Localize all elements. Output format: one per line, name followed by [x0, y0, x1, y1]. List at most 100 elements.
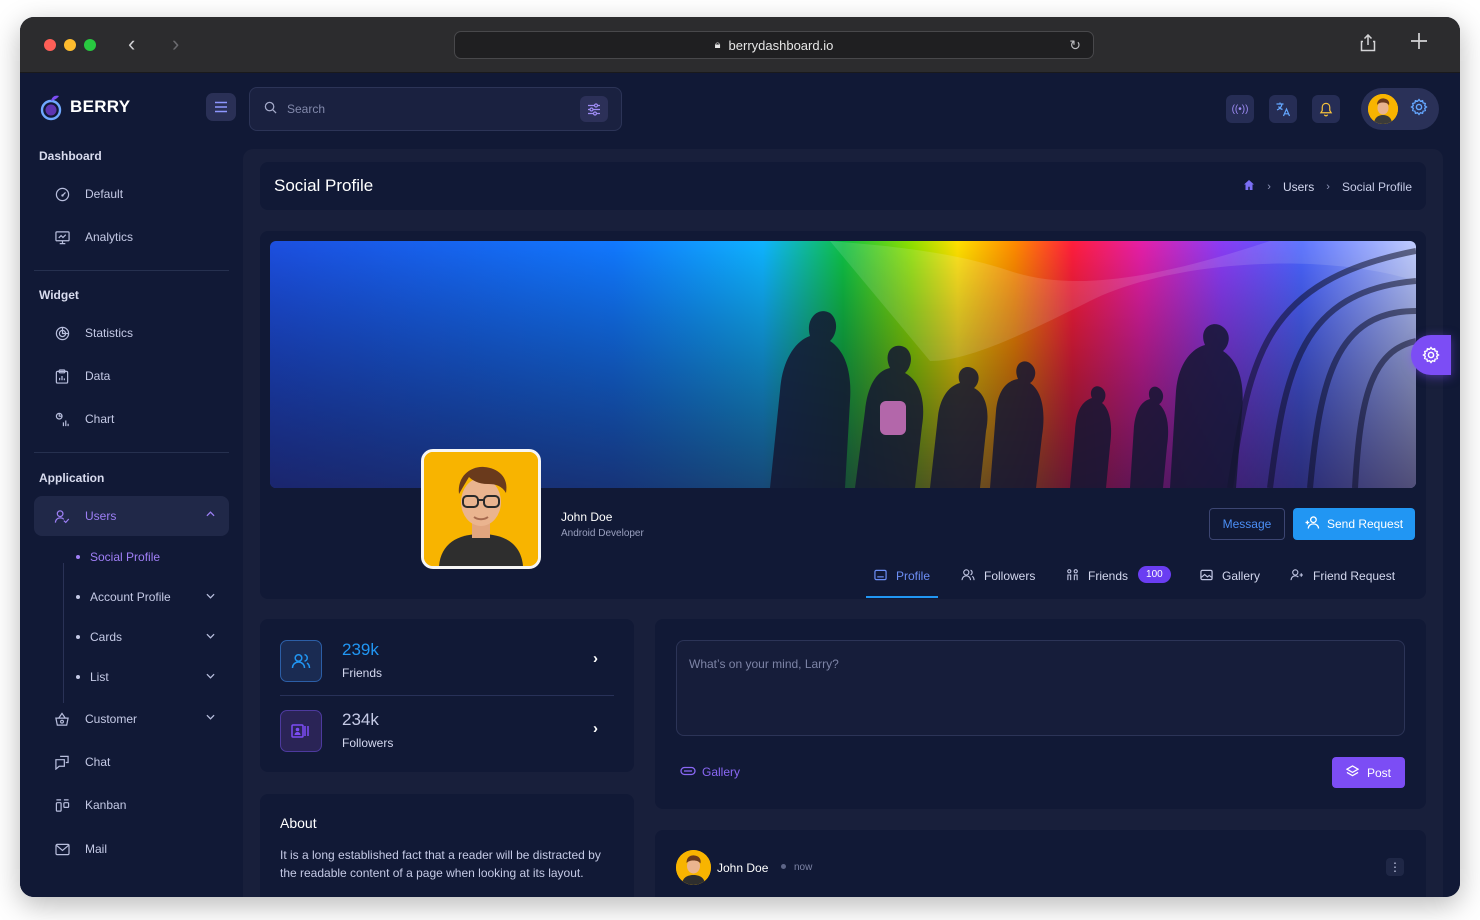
sidebar-item-kanban[interactable]: Kanban: [34, 785, 229, 825]
main-content: Social Profile › Users › Social Profile: [243, 149, 1443, 897]
sidebar: BERRY Dashboard Default Analytics Widget…: [20, 73, 242, 897]
feed-post-card: John Doe now ⋮: [655, 830, 1426, 897]
tab-friend-request[interactable]: Friend Request: [1290, 569, 1395, 599]
clipboard-data-icon: [54, 368, 70, 384]
browser-window: ‹ › 🔒︎ berrydashboard.io ↻ BERRY Dashboa…: [20, 17, 1460, 897]
filter-settings-button[interactable]: [580, 96, 608, 122]
sidebar-divider: [34, 452, 229, 453]
sidebar-item-chart[interactable]: Chart: [34, 399, 229, 439]
share-icon[interactable]: [1360, 33, 1376, 58]
chevron-right-icon[interactable]: ›: [593, 650, 598, 667]
stat-row-friends[interactable]: 239k Friends ›: [280, 640, 614, 700]
menu-icon: [215, 101, 227, 113]
brand-name: BERRY: [70, 97, 131, 116]
bell-icon: [1319, 102, 1333, 116]
submenu-label: Account Profile: [90, 590, 171, 604]
avatar: [1368, 94, 1398, 124]
tab-label: Gallery: [1222, 569, 1261, 583]
profile-menu-button[interactable]: [1361, 88, 1439, 130]
about-card: About It is a long established fact that…: [260, 794, 634, 897]
chevron-right-icon[interactable]: ›: [593, 720, 598, 737]
about-title: About: [280, 815, 317, 831]
avatar[interactable]: [676, 850, 711, 885]
bullet-icon: [76, 635, 80, 639]
page-title: Social Profile: [274, 176, 374, 195]
sidebar-item-mail[interactable]: Mail: [34, 829, 229, 869]
customization-fab-button[interactable]: [1411, 335, 1451, 375]
submenu-item-list[interactable]: List: [58, 660, 229, 694]
chart-icon: [54, 411, 70, 427]
post-button[interactable]: Post: [1332, 757, 1405, 788]
gear-icon: [1422, 346, 1440, 364]
friends-icon: [1066, 569, 1079, 584]
about-text: It is a long established fact that a rea…: [280, 848, 601, 880]
send-request-button[interactable]: Send Request: [1293, 508, 1415, 540]
chat-icon: [54, 754, 70, 770]
reload-icon[interactable]: ↻: [1069, 37, 1081, 54]
breadcrumb-users[interactable]: Users: [1283, 180, 1314, 194]
tab-followers[interactable]: Followers: [961, 569, 1035, 599]
tab-friends[interactable]: Friends 100: [1066, 566, 1171, 599]
tab-label: Followers: [984, 569, 1036, 583]
profile-avatar[interactable]: [421, 449, 541, 569]
translate-icon: [1276, 102, 1291, 117]
gallery-attach-button[interactable]: Gallery: [680, 765, 740, 779]
forward-arrow-icon[interactable]: ›: [172, 33, 179, 55]
chevron-down-icon: [206, 670, 215, 682]
live-customize-button[interactable]: ((•)): [1226, 95, 1254, 123]
submenu-item-social-profile[interactable]: Social Profile: [58, 540, 229, 574]
post-time: now: [794, 862, 813, 873]
sidebar-item-data[interactable]: Data: [34, 356, 229, 396]
users-icon: [54, 508, 70, 524]
browser-titlebar: ‹ › 🔒︎ berrydashboard.io ↻: [20, 17, 1460, 73]
tab-profile[interactable]: Profile: [874, 569, 930, 599]
dots-vertical-icon: ⋮: [1389, 860, 1401, 874]
sidebar-item-label: Statistics: [85, 326, 134, 340]
chevron-down-icon: [206, 711, 215, 723]
profile-card-icon: [874, 569, 887, 584]
chevron-down-icon: [206, 630, 215, 642]
menu-toggle-button[interactable]: [206, 93, 236, 121]
post-label: Post: [1366, 765, 1391, 780]
home-icon[interactable]: [1243, 179, 1255, 194]
kanban-icon: [54, 797, 70, 813]
close-window-button[interactable]: [44, 39, 56, 51]
chevron-up-icon: [206, 508, 215, 520]
minimize-window-button[interactable]: [64, 39, 76, 51]
settings-icon: [1410, 97, 1428, 121]
language-button[interactable]: [1269, 95, 1297, 123]
new-tab-icon[interactable]: [1410, 32, 1428, 56]
sidebar-item-users[interactable]: Users: [34, 496, 229, 536]
profile-card: John Doe Android Developer Message Send …: [260, 231, 1426, 599]
sidebar-item-label: Users: [85, 509, 117, 523]
stat-value: 239k: [342, 640, 379, 659]
bullet-icon: [76, 675, 80, 679]
layers-icon: [1345, 764, 1360, 781]
chevron-down-icon: [206, 590, 215, 602]
address-bar[interactable]: 🔒︎ berrydashboard.io ↻: [454, 31, 1094, 59]
message-button[interactable]: Message: [1209, 508, 1285, 540]
notifications-button[interactable]: [1312, 95, 1340, 123]
user-plus-icon: [1305, 516, 1320, 532]
sidebar-item-label: Chat: [85, 755, 111, 769]
section-title-widget: Widget: [39, 288, 79, 302]
sidebar-item-default[interactable]: Default: [34, 174, 229, 214]
post-textarea[interactable]: What’s on your mind, Larry?: [676, 640, 1405, 736]
chevron-right-icon: ›: [1267, 180, 1271, 193]
post-author[interactable]: John Doe: [717, 861, 768, 875]
stat-row-followers[interactable]: 234k Followers ›: [280, 710, 614, 770]
more-options-button[interactable]: ⋮: [1386, 858, 1404, 876]
sidebar-item-chat[interactable]: Chat: [34, 742, 229, 782]
sidebar-item-statistics[interactable]: Statistics: [34, 313, 229, 353]
sidebar-item-analytics[interactable]: Analytics: [34, 217, 229, 257]
search-input[interactable]: Search: [249, 87, 622, 131]
sidebar-item-customer[interactable]: Customer: [34, 699, 229, 739]
submenu-item-cards[interactable]: Cards: [58, 620, 229, 654]
followers-icon: [961, 569, 975, 584]
maximize-window-button[interactable]: [84, 39, 96, 51]
chevron-right-icon: ›: [1326, 180, 1330, 193]
brand-logo[interactable]: BERRY: [40, 93, 130, 121]
tab-gallery[interactable]: Gallery: [1200, 569, 1260, 599]
back-arrow-icon[interactable]: ‹: [128, 33, 135, 55]
submenu-item-account-profile[interactable]: Account Profile: [58, 580, 229, 614]
